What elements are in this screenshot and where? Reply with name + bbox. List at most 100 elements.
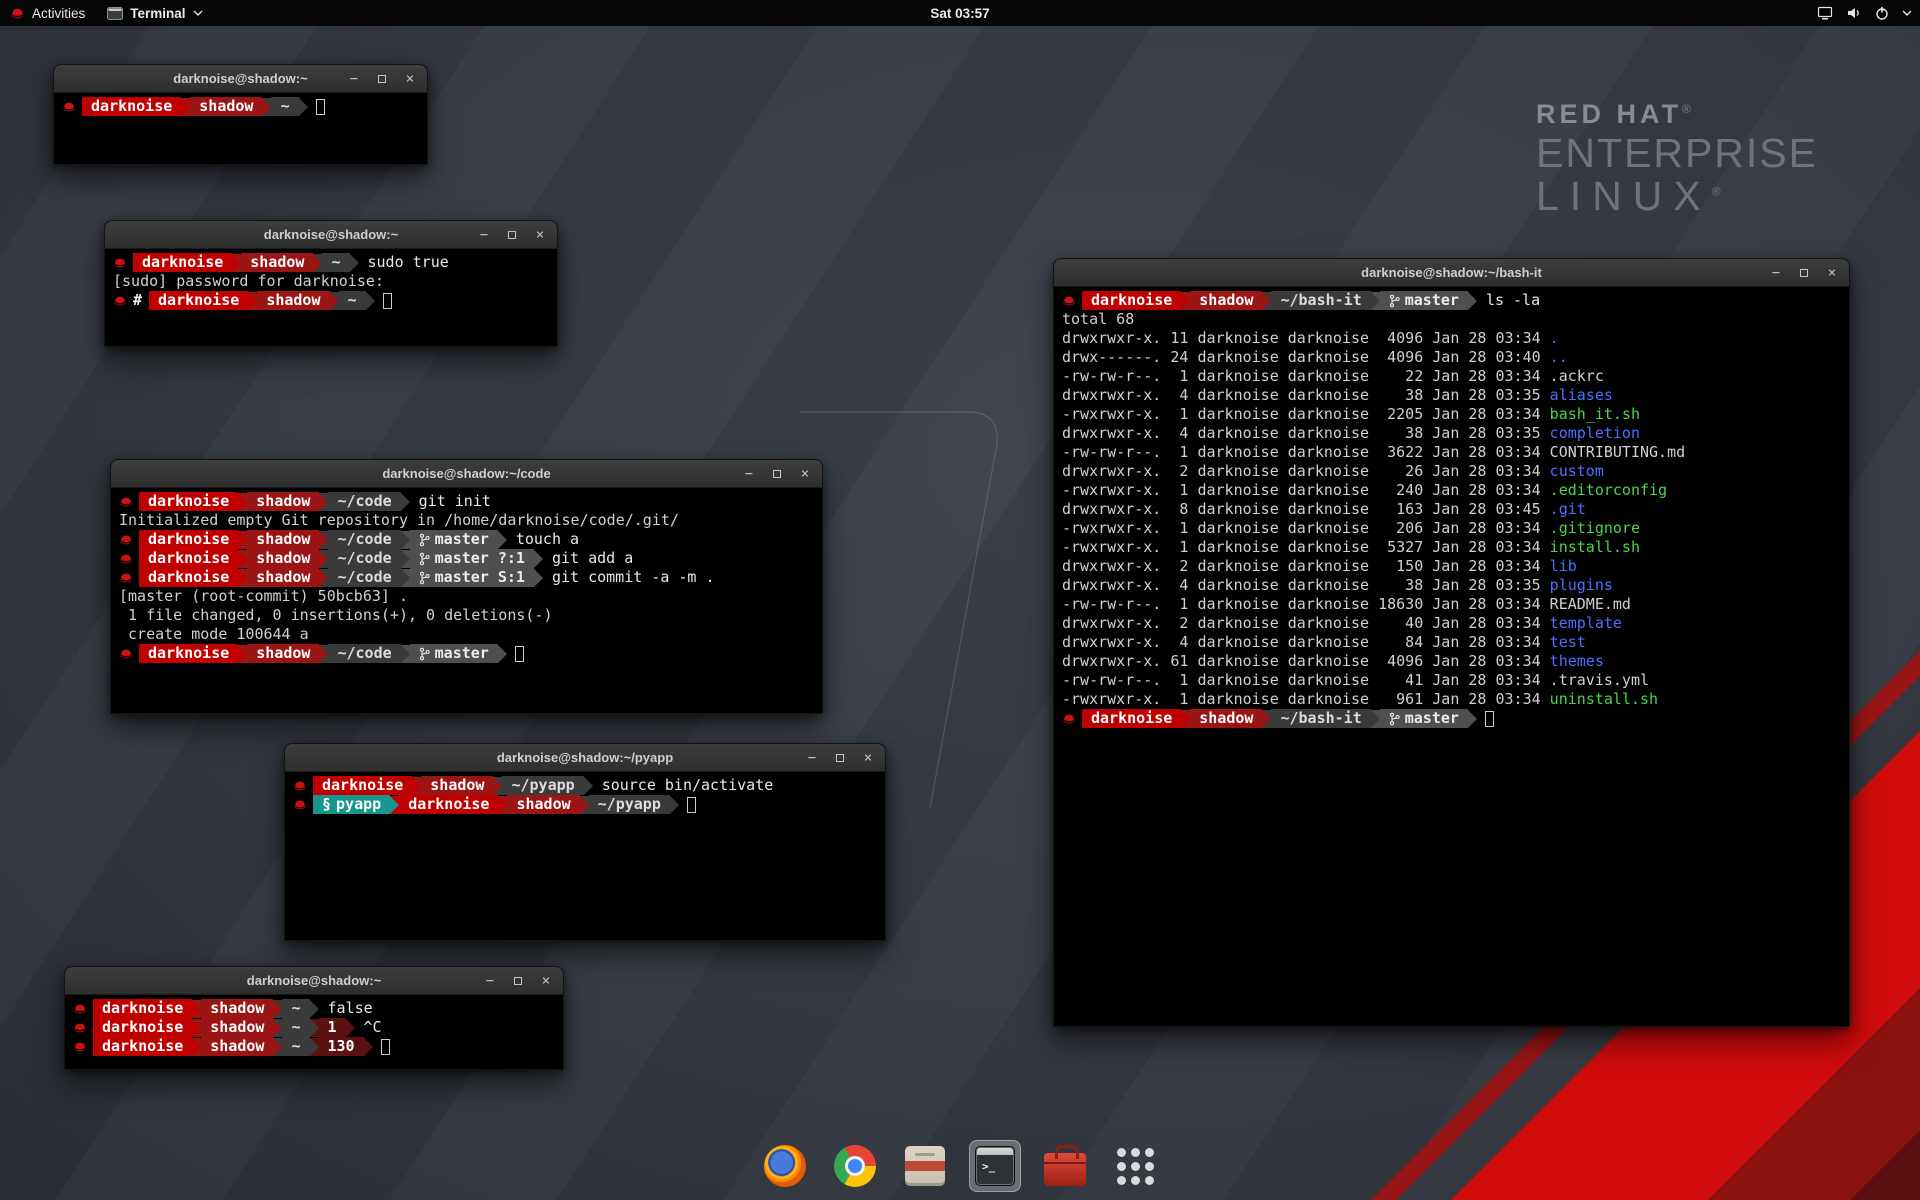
redhat-icon (1062, 295, 1076, 306)
close-button[interactable]: × (402, 71, 418, 87)
activities-button[interactable]: Activities (10, 6, 85, 21)
prompt-segment-user: darknoise (149, 291, 248, 310)
terminal-window-sudo[interactable]: darknoise@shadow:~ − × darknoiseshadow~s… (104, 220, 558, 347)
close-button[interactable]: × (1824, 265, 1840, 281)
toolbox-icon (1044, 1153, 1086, 1186)
redhat-icon (113, 295, 127, 306)
redhat-icon (73, 1003, 87, 1014)
terminal-content[interactable]: darknoiseshadow~/codegit initInitialized… (111, 488, 822, 713)
file-list-row: drwxrwxr-x. 11 darknoise darknoise 4096 … (1062, 329, 1841, 348)
prompt-segment-host: shadow (247, 492, 319, 511)
app-menu-terminal[interactable]: Terminal (107, 6, 202, 21)
dock-item-toolbox[interactable] (1039, 1140, 1091, 1192)
prompt-segment-user: darknoise (139, 530, 238, 549)
file-list-row: drwxrwxr-x. 2 darknoise darknoise 150 Ja… (1062, 557, 1841, 576)
close-button[interactable]: × (860, 750, 876, 766)
prompt-segment-git: master (1380, 291, 1468, 310)
powerline-arrow (670, 796, 679, 814)
app-menu-label: Terminal (130, 6, 185, 21)
file-attributes: drwxrwxr-x. 2 darknoise darknoise 40 Jan… (1062, 614, 1550, 633)
minimize-button[interactable]: − (741, 466, 757, 482)
prompt-segment-user: darknoise (313, 776, 412, 795)
prompt-segment-user: darknoise (139, 492, 238, 511)
dock-item-chrome[interactable] (829, 1140, 881, 1192)
titlebar[interactable]: darknoise@shadow:~ − × (65, 967, 563, 995)
prompt-line: darknoiseshadow~/codemastertouch a (119, 530, 814, 549)
powerline-arrow (319, 531, 328, 549)
dock-item-files[interactable] (899, 1140, 951, 1192)
terminal-window-home-2[interactable]: darknoise@shadow:~ − × darknoiseshadow~f… (64, 966, 564, 1070)
minimize-button[interactable]: − (476, 227, 492, 243)
git-branch-icon (419, 533, 430, 547)
close-button[interactable]: × (532, 227, 548, 243)
git-branch-icon (1389, 712, 1400, 726)
terminal-window-home-1[interactable]: darknoise@shadow:~ − × darknoiseshadow~ (53, 64, 428, 165)
file-name: lib (1550, 557, 1577, 576)
titlebar[interactable]: darknoise@shadow:~/code − × (111, 460, 822, 488)
maximize-button[interactable] (510, 973, 526, 989)
file-attributes: drwxrwxr-x. 4 darknoise darknoise 38 Jan… (1062, 424, 1550, 443)
dock-item-firefox[interactable] (759, 1140, 811, 1192)
prompt-segment-git: master (410, 530, 498, 549)
titlebar[interactable]: darknoise@shadow:~ − × (105, 221, 557, 249)
maximize-button[interactable] (769, 466, 785, 482)
prompt-segment-path: ~/code (328, 549, 400, 568)
minimize-button[interactable]: − (482, 973, 498, 989)
power-icon[interactable] (1875, 6, 1889, 20)
powerline-arrow (1181, 710, 1190, 728)
maximize-button[interactable] (832, 750, 848, 766)
terminal-content[interactable]: darknoiseshadow~falsedarknoiseshadow~1^C… (65, 995, 563, 1069)
dock-item-terminal[interactable] (969, 1140, 1021, 1192)
file-name: completion (1550, 424, 1640, 443)
powerline-arrow (313, 254, 322, 272)
powerline-arrow (330, 292, 339, 310)
app-grid-icon (1117, 1148, 1154, 1185)
maximize-button[interactable] (1796, 265, 1812, 281)
close-button[interactable]: × (538, 973, 554, 989)
terminal-window-pyapp[interactable]: darknoise@shadow:~/pyapp − × darknoisesh… (284, 743, 886, 941)
volume-icon[interactable] (1846, 6, 1862, 20)
powerline-arrow (401, 493, 410, 511)
file-attributes: drwxrwxr-x. 4 darknoise darknoise 38 Jan… (1062, 576, 1550, 595)
powerline-arrow (493, 777, 502, 795)
prompt-segment-host: shadow (247, 644, 319, 663)
titlebar[interactable]: darknoise@shadow:~/bash-it − × (1054, 259, 1849, 287)
minimize-button[interactable]: − (1768, 265, 1784, 281)
powerline-arrow (319, 550, 328, 568)
prompt-segment-host: shadow (241, 253, 313, 272)
powerline-arrow (534, 550, 543, 568)
chevron-down-icon[interactable] (1902, 10, 1912, 16)
terminal-content[interactable]: darknoiseshadow~/pyappsource bin/activat… (285, 772, 885, 940)
prompt-segment-host: shadow (1190, 709, 1262, 728)
window-title: darknoise@shadow:~ (173, 71, 307, 86)
minimize-button[interactable]: − (346, 71, 362, 87)
powerline-arrow (192, 1038, 201, 1056)
prompt-line: darknoiseshadow~/codemaster S:1git commi… (119, 568, 814, 587)
prompt-segment-path: ~ (282, 1037, 309, 1056)
prompt-segment-user: darknoise (1082, 291, 1181, 310)
close-button[interactable]: × (797, 466, 813, 482)
terminal-content[interactable]: darknoiseshadow~sudo true[sudo] password… (105, 249, 557, 346)
maximize-button[interactable] (504, 227, 520, 243)
titlebar[interactable]: darknoise@shadow:~ − × (54, 65, 427, 93)
minimize-button[interactable]: − (804, 750, 820, 766)
brand-line2: ENTERPRISE (1536, 132, 1818, 175)
output-line: 1 file changed, 0 insertions(+), 0 delet… (119, 606, 814, 625)
maximize-button[interactable] (374, 71, 390, 87)
terminal-window-bash-it[interactable]: darknoise@shadow:~/bash-it − × darknoise… (1053, 258, 1850, 1027)
terminal-window-code[interactable]: darknoise@shadow:~/code − × darknoisesha… (110, 459, 823, 714)
terminal-content[interactable]: darknoiseshadow~/bash-itmasterls -latota… (1054, 287, 1849, 1026)
terminal-content[interactable]: darknoiseshadow~ (54, 93, 427, 164)
redhat-icon (119, 496, 133, 507)
file-attributes: drwx------. 24 darknoise darknoise 4096 … (1062, 348, 1550, 367)
powerline-arrow (310, 1019, 319, 1037)
file-attributes: drwxrwxr-x. 4 darknoise darknoise 84 Jan… (1062, 633, 1550, 652)
chevron-down-icon (193, 10, 203, 16)
dock-item-app-grid[interactable] (1109, 1140, 1161, 1192)
display-icon[interactable] (1817, 6, 1833, 20)
prompt-segment-path: ~/bash-it (1271, 709, 1370, 728)
titlebar[interactable]: darknoise@shadow:~/pyapp − × (285, 744, 885, 772)
chrome-icon (834, 1145, 876, 1187)
clock[interactable]: Sat 03:57 (930, 6, 989, 21)
command-text: sudo true (368, 253, 449, 272)
